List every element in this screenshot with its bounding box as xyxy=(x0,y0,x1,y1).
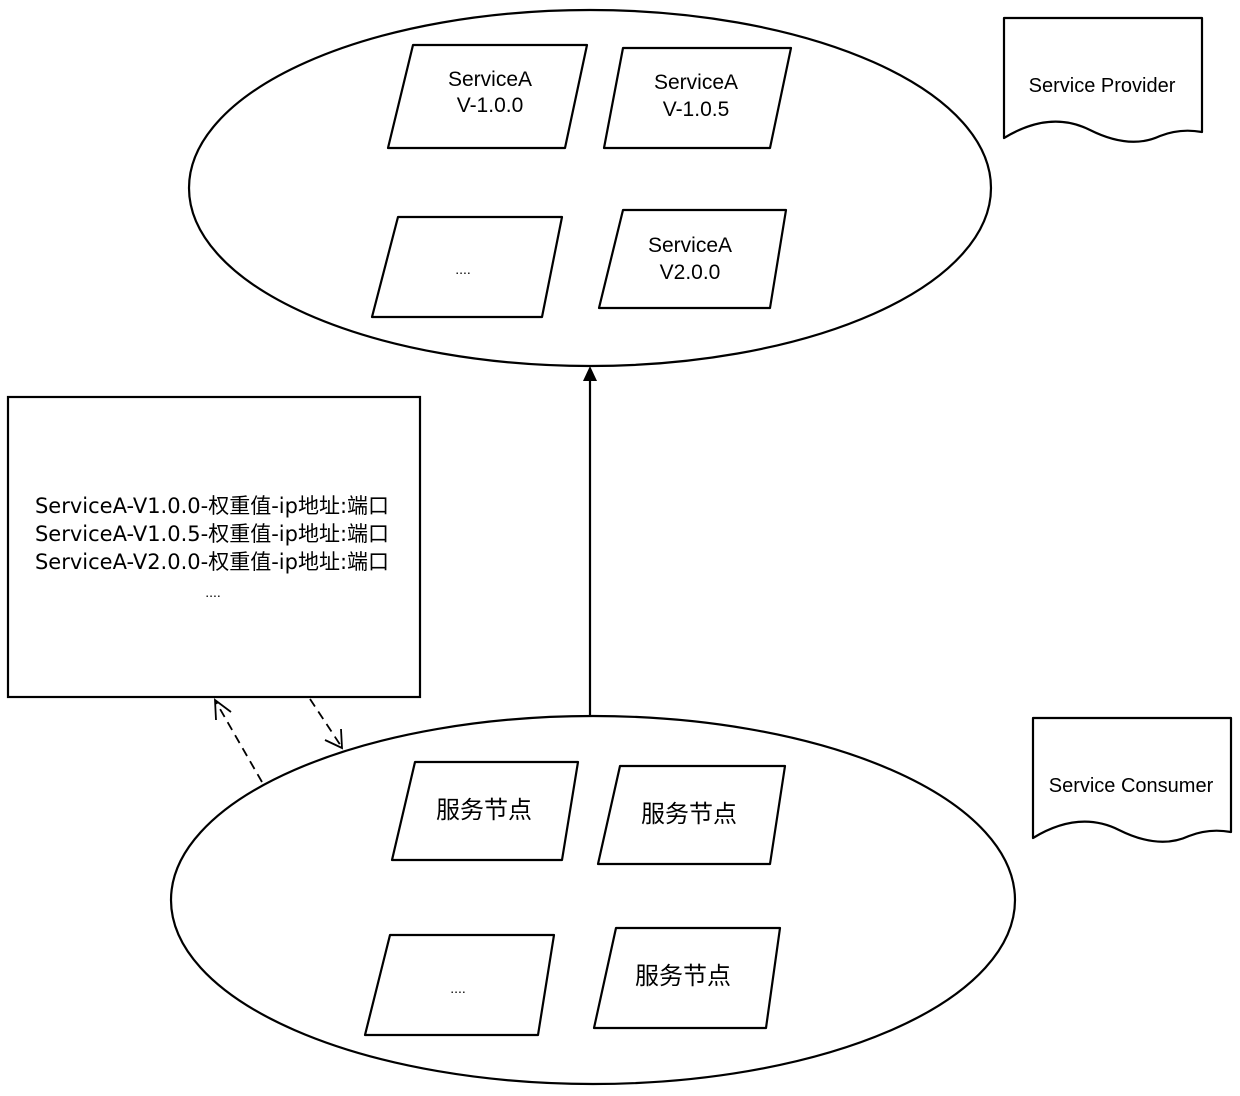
registry-ellipsis: .... xyxy=(205,584,221,600)
consumer-node[interactable]: 服务节点 xyxy=(596,764,787,866)
consumer-node-label: 服务节点 xyxy=(436,796,532,824)
registry-entry: ServiceA-V1.0.0-权重值-ip地址:端口 xyxy=(35,494,389,518)
provider-label-document: Service Provider xyxy=(1002,16,1204,143)
consumer-to-registry-arrow xyxy=(214,698,263,783)
provider-node-line2: V2.0.0 xyxy=(660,261,721,284)
architecture-diagram: ServiceA V-1.0.0 ServiceA V-1.0.5 .... S… xyxy=(6,8,1233,1086)
registry-box: ServiceA-V1.0.0-权重值-ip地址:端口 ServiceA-V1.… xyxy=(6,395,422,699)
provider-node-shape xyxy=(597,208,788,310)
provider-node[interactable]: ServiceA V-1.0.0 xyxy=(386,43,589,150)
provider-node-line2: V-1.0.5 xyxy=(663,98,730,121)
registry-rect xyxy=(6,395,422,699)
consumer-ellipse xyxy=(169,714,1017,1086)
provider-node-line1: ServiceA xyxy=(448,68,532,91)
consumer-cluster: 服务节点 服务节点 .... 服务节点 xyxy=(169,714,1017,1086)
provider-ellipse xyxy=(187,8,993,368)
provider-node-placeholder[interactable]: .... xyxy=(370,215,564,319)
consumer-node[interactable]: 服务节点 xyxy=(390,760,580,862)
registry-entry: ServiceA-V1.0.5-权重值-ip地址:端口 xyxy=(35,522,389,546)
provider-node-line1: ServiceA xyxy=(648,234,732,257)
registry-entry: ServiceA-V2.0.0-权重值-ip地址:端口 xyxy=(35,550,389,574)
consumer-node-label: 服务节点 xyxy=(641,800,737,828)
consumer-node-label: 服务节点 xyxy=(635,962,731,990)
dashed-line xyxy=(309,698,342,747)
registry-to-consumer-arrow xyxy=(309,698,343,750)
ellipsis-text: .... xyxy=(455,261,471,277)
consumer-node-placeholder[interactable]: .... xyxy=(363,933,556,1037)
provider-node[interactable]: ServiceA V2.0.0 xyxy=(597,208,788,310)
open-arrowhead-icon xyxy=(324,728,343,750)
provider-cluster: ServiceA V-1.0.0 ServiceA V-1.0.5 .... S… xyxy=(187,8,993,368)
consumer-label-document: Service Consumer xyxy=(1031,716,1233,843)
consumer-to-provider-arrow xyxy=(583,366,597,716)
consumer-label: Service Consumer xyxy=(1049,775,1214,797)
provider-label: Service Provider xyxy=(1029,75,1176,97)
ellipsis-text: .... xyxy=(450,980,466,996)
arrowhead-icon xyxy=(583,366,597,381)
provider-node[interactable]: ServiceA V-1.0.5 xyxy=(602,46,793,150)
dashed-line xyxy=(215,701,263,783)
provider-node-line2: V-1.0.0 xyxy=(457,94,524,117)
provider-node-line1: ServiceA xyxy=(654,71,738,94)
consumer-node[interactable]: 服务节点 xyxy=(592,926,782,1030)
